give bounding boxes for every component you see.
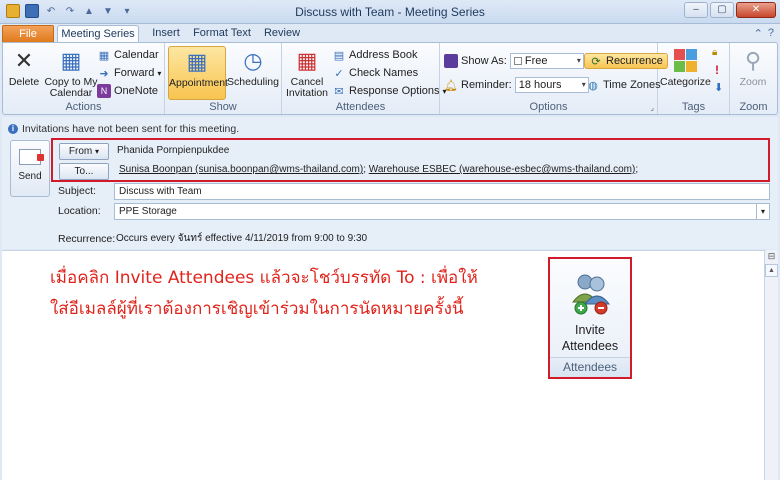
minimize-button[interactable]: –: [684, 2, 708, 18]
chevron-down-icon: ▾: [95, 147, 100, 156]
group-label-zoom: Zoom: [739, 101, 768, 113]
group-options: Show As: Free ▾ ⟳ Recurrence 🔔︎ Reminder:…: [440, 43, 668, 114]
from-value: Phanida Pornpienpukdee: [117, 145, 230, 156]
send-envelope-icon: [19, 149, 44, 165]
close-button[interactable]: ✕: [736, 2, 776, 18]
chevron-down-icon: ▾: [157, 68, 162, 78]
recurrence-icon: ⟳: [591, 55, 601, 68]
annotation-note: เมื่อคลิก Invite Attendees แล้วจะโชว์บรร…: [50, 268, 478, 319]
chevron-down-icon: ▾: [576, 56, 581, 65]
location-dropdown[interactable]: ▾: [756, 203, 770, 220]
address-book-button[interactable]: ▤ Address Book: [332, 47, 418, 63]
chevron-down-icon: ▾: [760, 207, 765, 216]
group-label-attendees: Attendees: [335, 101, 386, 113]
check-names-icon: ✓: [334, 67, 344, 80]
tab-file[interactable]: File: [2, 25, 54, 43]
scheduling-icon: ◷: [243, 47, 263, 73]
location-label: Location:: [58, 205, 101, 217]
location-field[interactable]: PPE Storage: [114, 203, 758, 220]
show-as-select[interactable]: Free ▾: [509, 53, 584, 69]
from-button[interactable]: From ▾: [59, 143, 109, 160]
to-field[interactable]: Sunisa Boonpan (sunisa.boonpan@wms-thail…: [115, 162, 766, 179]
cancel-invitation-icon: ▦: [296, 47, 318, 73]
recurrence-value: Occurs every จันทร์ effective 4/11/2019 …: [116, 233, 368, 244]
onenote-button[interactable]: N OneNote: [97, 83, 158, 99]
invite-attendees-icon: [571, 274, 611, 315]
send-button[interactable]: Send: [10, 140, 50, 197]
show-as-icon: [444, 54, 458, 68]
calendar-icon: ▦: [98, 49, 110, 62]
help-icon[interactable]: ?: [768, 27, 774, 40]
ribbon: ✕ Delete ▦ Copy to My Calendar ▦ Calenda…: [2, 42, 778, 115]
globe-icon: ◍: [588, 79, 598, 92]
calendar-button[interactable]: ▦ Calendar: [97, 47, 159, 63]
callout-group-label: Attendees: [550, 357, 630, 377]
group-show: ▦ Appointment ◷ Scheduling Show: [165, 43, 282, 114]
title-bar: ↶ ↷ ▲ ▼ ▾ Discuss with Team - Meeting Se…: [0, 0, 780, 24]
onenote-icon: N: [97, 84, 111, 98]
group-tags: Categorize 🔒︎ ! ⬇ Tags: [658, 43, 730, 114]
bell-icon: 🔔︎: [444, 79, 458, 92]
ribbon-tabs: File Meeting Series Insert Format Text R…: [0, 24, 780, 43]
ruler-icon[interactable]: ⊟: [765, 251, 778, 263]
to-recipient[interactable]: Warehouse ESBEC (warehouse-esbec@wms-tha…: [369, 164, 636, 175]
zoom-button[interactable]: ⚲ Zoom: [734, 46, 772, 88]
tab-insert[interactable]: Insert: [145, 25, 187, 43]
meeting-form: i Invitations have not been sent for thi…: [2, 117, 778, 249]
invite-attendees-button[interactable]: Invite Attendees: [550, 322, 630, 354]
reminder-select[interactable]: 18 hours ▾: [514, 77, 589, 93]
window-title: Discuss with Team - Meeting Series: [295, 5, 485, 19]
appointment-icon: ▦: [186, 48, 208, 74]
subject-field[interactable]: Discuss with Team: [114, 183, 770, 200]
show-as-row: Show As: Free ▾: [444, 53, 584, 69]
info-icon: i: [8, 124, 18, 134]
dialog-launcher-icon[interactable]: ⌟: [650, 103, 654, 112]
reminder-row: 🔔︎ Reminder: 18 hours ▾: [444, 77, 589, 93]
scroll-up-arrow[interactable]: ▲: [765, 264, 778, 277]
forward-button[interactable]: ➜ Forward ▾: [97, 65, 161, 81]
check-names-button[interactable]: ✓ Check Names: [332, 65, 418, 81]
cancel-invitation-button[interactable]: ▦ Cancel Invitation: [284, 46, 330, 99]
to-recipient[interactable]: Sunisa Boonpan (sunisa.boonpan@wms-thail…: [119, 164, 363, 175]
delete-x-icon: ✕: [14, 47, 34, 73]
recurrence-label: Recurrence:: [58, 233, 116, 245]
response-options-button[interactable]: ✉ Response Options ▾: [332, 83, 446, 99]
invite-attendees-callout: Invite Attendees Attendees: [548, 257, 632, 379]
info-bar: i Invitations have not been sent for thi…: [8, 123, 239, 135]
group-label-options: Options: [529, 101, 568, 113]
response-options-icon: ✉: [334, 85, 344, 98]
scheduling-button[interactable]: ◷ Scheduling: [227, 46, 279, 88]
address-book-icon: ▤: [333, 49, 345, 62]
appointment-button[interactable]: ▦ Appointment: [168, 46, 228, 100]
from-to-highlight: From ▾ Phanida Pornpienpukdee To... Suni…: [51, 138, 770, 182]
group-actions: ✕ Delete ▦ Copy to My Calendar ▦ Calenda…: [3, 43, 165, 114]
tab-review[interactable]: Review: [261, 25, 303, 43]
high-importance-icon[interactable]: !: [715, 63, 719, 77]
group-attendees: ▦ Cancel Invitation ▤ Address Book ✓ Che…: [282, 43, 447, 114]
group-label-actions: Actions: [65, 101, 102, 113]
private-lock-icon[interactable]: 🔒︎: [712, 47, 717, 58]
recurrence-button[interactable]: ⟳ Recurrence: [584, 53, 668, 69]
copy-to-my-calendar-button[interactable]: ▦ Copy to My Calendar: [43, 46, 99, 99]
group-label-show: Show: [209, 101, 237, 113]
group-label-tags: Tags: [681, 101, 706, 113]
collapse-ribbon-icon[interactable]: ⌃: [754, 27, 763, 40]
delete-button[interactable]: ✕ Delete: [7, 46, 41, 88]
to-button[interactable]: To...: [59, 163, 109, 180]
tab-meeting-series[interactable]: Meeting Series: [57, 25, 139, 43]
tab-format-text[interactable]: Format Text: [191, 25, 253, 43]
group-zoom: ⚲ Zoom Zoom: [730, 43, 777, 114]
calendar-copy-icon: ▦: [60, 47, 82, 73]
forward-icon: ➜: [99, 67, 109, 80]
free-color-swatch: [513, 57, 522, 65]
maximize-button[interactable]: ▢: [710, 2, 734, 18]
categorize-icon: [671, 46, 699, 74]
time-zones-button[interactable]: ◍ Time Zones: [586, 77, 660, 93]
low-importance-icon[interactable]: ⬇: [714, 81, 723, 94]
subject-label: Subject:: [58, 185, 96, 197]
magnifier-icon: ⚲: [744, 47, 762, 73]
categorize-button[interactable]: Categorize: [660, 46, 711, 88]
vertical-scrollbar[interactable]: ⊟ ▲: [764, 250, 778, 480]
